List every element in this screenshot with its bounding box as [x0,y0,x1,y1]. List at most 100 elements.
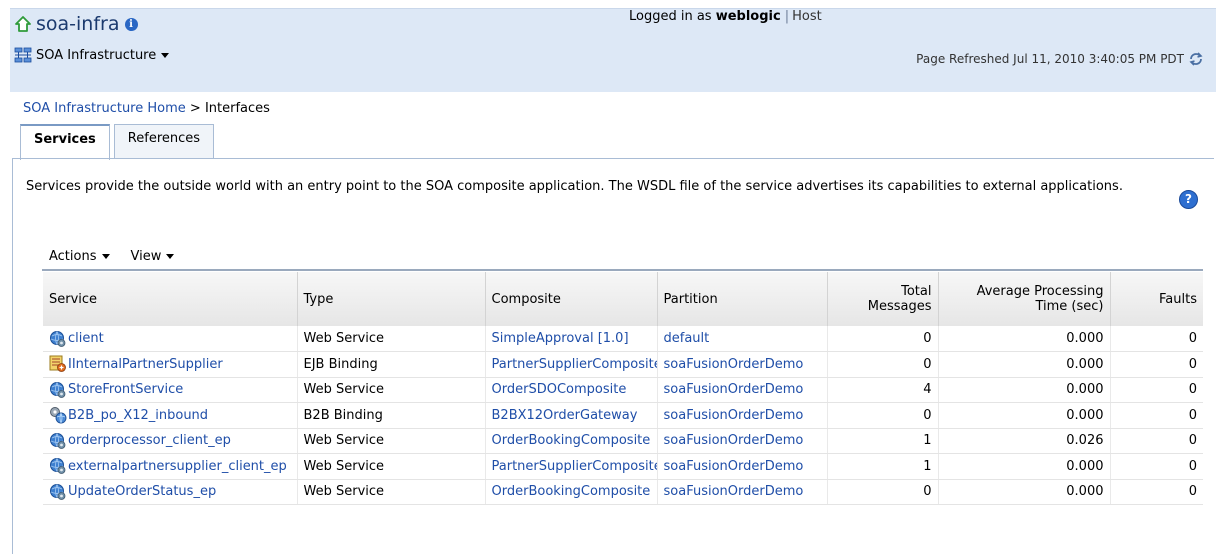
help-icon[interactable]: ? [1179,190,1198,209]
total-messages-cell: 1 [827,453,939,480]
column-header-partition[interactable]: Partition [657,272,828,326]
soa-infrastructure-icon [14,47,32,63]
column-header-total-messages[interactable]: Total Messages [827,272,939,326]
table-row[interactable]: StoreFrontService Web Service OrderSDOComp… [43,377,1203,403]
column-header-type[interactable]: Type [297,272,486,326]
service-link[interactable]: B2B_po_X12_inbound [68,408,208,423]
partition-link[interactable]: default [657,326,828,352]
service-cell: UpdateOrderStatus_ep [43,479,298,505]
total-messages-cell: 0 [827,351,939,378]
composite-link[interactable]: OrderSDOComposite [485,377,658,403]
table-row[interactable]: B2B_po_X12_inbound B2B Binding B2BX12Order… [43,402,1203,429]
view-menu-label: View [130,248,162,264]
home-icon[interactable] [14,15,32,33]
service-link[interactable]: orderprocessor_client_ep [68,433,231,448]
type-cell: B2B Binding [297,402,486,429]
service-cell: IInternalPartnerSupplier [43,351,298,378]
service-link[interactable]: client [68,331,104,346]
services-panel: Services provide the outside world with … [12,158,1214,554]
average-processing-time-cell: 0.000 [938,326,1111,352]
composite-link[interactable]: B2BX12OrderGateway [485,402,658,429]
total-messages-cell: 0 [827,479,939,505]
composite-link[interactable]: PartnerSupplierComposite [485,453,658,480]
table-body: client Web Service SimpleApproval [1.0] def… [43,326,1203,505]
faults-cell: 0 [1110,326,1203,352]
service-cell: client [43,326,298,352]
chevron-down-icon [161,52,170,58]
login-info: Logged in as weblogic | Host [629,9,822,24]
service-cell: orderprocessor_client_ep [43,428,298,454]
breadcrumb: SOA Infrastructure Home > Interfaces [23,101,270,116]
total-messages-cell: 0 [827,402,939,429]
column-header-composite[interactable]: Composite [485,272,658,326]
average-processing-time-cell: 0.000 [938,377,1111,403]
faults-cell: 0 [1110,428,1203,454]
composite-link[interactable]: OrderBookingComposite [485,479,658,505]
faults-cell: 0 [1110,453,1203,480]
tab-references[interactable]: References [113,124,215,159]
table-toolbar: Actions View [42,243,1203,271]
total-messages-cell: 0 [827,326,939,352]
page-refreshed-info: Page Refreshed Jul 11, 2010 3:40:05 PM P… [916,51,1204,67]
title-row: soa-infra i [14,13,138,35]
column-header-average-processing-time[interactable]: Average Processing Time (sec) [938,272,1111,326]
view-menu[interactable]: View [131,249,175,264]
tab-services[interactable]: Services [20,124,110,160]
username[interactable]: weblogic [716,9,781,24]
host-link[interactable]: Host [792,9,822,24]
table-row[interactable]: orderprocessor_client_ep Web Service Order… [43,428,1203,454]
average-processing-time-cell: 0.000 [938,453,1111,480]
composite-link[interactable]: PartnerSupplierComposite [485,351,658,378]
table-row[interactable]: IInternalPartnerSupplier EJB Binding Partn… [43,351,1203,378]
table-header-row: Service Type Composite Partition Total Me… [43,272,1203,326]
refresh-icon[interactable] [1188,51,1204,67]
table-row[interactable]: UpdateOrderStatus_ep Web Service OrderBook… [43,479,1203,505]
faults-cell: 0 [1110,351,1203,378]
b2b-binding-icon [49,406,67,424]
breadcrumb-home-link[interactable]: SOA Infrastructure Home [23,101,186,116]
column-header-service[interactable]: Service [43,272,298,326]
info-icon[interactable]: i [124,17,138,31]
faults-cell: 0 [1110,402,1203,429]
partition-link[interactable]: soaFusionOrderDemo [657,402,828,429]
type-cell: EJB Binding [297,351,486,378]
average-processing-time-cell: 0.000 [938,402,1111,429]
actions-menu-label: Actions [49,248,97,264]
service-cell: externalpartnersupplier_client_ep [43,453,298,480]
total-messages-cell: 4 [827,377,939,403]
service-link[interactable]: StoreFrontService [68,382,183,397]
column-header-faults[interactable]: Faults [1110,272,1203,326]
partition-link[interactable]: soaFusionOrderDemo [657,351,828,378]
soa-infrastructure-menu[interactable]: SOA Infrastructure [14,47,170,63]
service-link[interactable]: UpdateOrderStatus_ep [68,484,216,499]
service-link[interactable]: IInternalPartnerSupplier [68,357,223,372]
chevron-down-icon [166,253,175,259]
type-cell: Web Service [297,326,486,352]
services-description: Services provide the outside world with … [26,179,1123,194]
services-table: Service Type Composite Partition Total Me… [43,272,1203,505]
partition-link[interactable]: soaFusionOrderDemo [657,453,828,480]
composite-link[interactable]: SimpleApproval [1.0] [485,326,658,352]
chevron-down-icon [101,253,110,259]
partition-link[interactable]: soaFusionOrderDemo [657,479,828,505]
average-processing-time-cell: 0.000 [938,351,1111,378]
partition-link[interactable]: soaFusionOrderDemo [657,428,828,454]
service-link[interactable]: externalpartnersupplier_client_ep [68,459,287,474]
table-row[interactable]: client Web Service SimpleApproval [1.0] def… [43,326,1203,352]
web-service-icon [49,330,67,348]
service-cell: StoreFrontService [43,377,298,403]
soa-infrastructure-menu-label: SOA Infrastructure [36,47,157,63]
service-cell: B2B_po_X12_inbound [43,402,298,429]
actions-menu[interactable]: Actions [49,249,110,264]
table-row[interactable]: externalpartnersupplier_client_ep Web Ser… [43,453,1203,480]
type-cell: Web Service [297,479,486,505]
total-messages-cell: 1 [827,428,939,454]
page-title: soa-infra [36,13,120,35]
faults-cell: 0 [1110,377,1203,403]
average-processing-time-cell: 0.000 [938,479,1111,505]
partition-link[interactable]: soaFusionOrderDemo [657,377,828,403]
faults-cell: 0 [1110,479,1203,505]
page-header: soa-infra i SOA Infrastructure Logged in… [10,8,1216,92]
composite-link[interactable]: OrderBookingComposite [485,428,658,454]
average-processing-time-cell: 0.026 [938,428,1111,454]
